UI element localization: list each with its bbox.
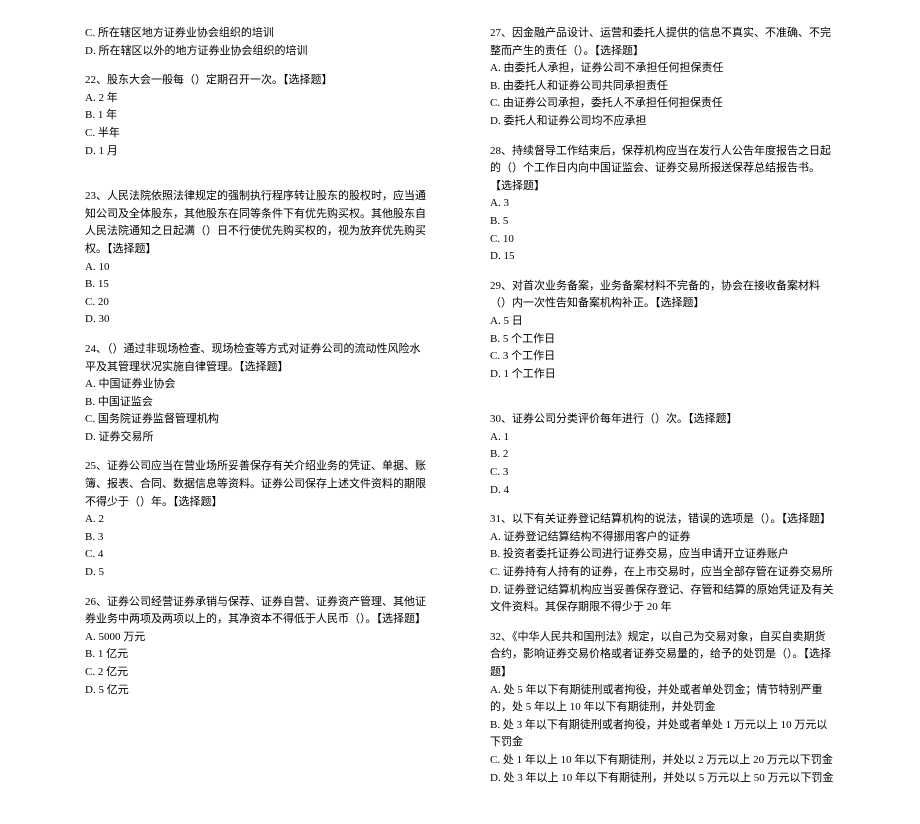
question-stem: 25、证券公司应当在营业场所妥善保存有关介绍业务的凭证、单据、账簿、报表、合同、…	[85, 458, 430, 511]
two-column-layout: C. 所在辖区地方证券业协会组织的培训 D. 所在辖区以外的地方证券业协会组织的…	[85, 25, 835, 799]
option: C. 所在辖区地方证券业协会组织的培训	[85, 25, 430, 43]
q28: 28、持续督导工作结束后，保荐机构应当在发行人公告年度报告之日起的（）个工作日内…	[490, 143, 835, 266]
option: C. 国务院证券监督管理机构	[85, 411, 430, 429]
q22: 22、股东大会一般每（）定期召开一次。【选择题】 A. 2 年 B. 1 年 C…	[85, 72, 430, 160]
option: D. 15	[490, 248, 835, 266]
option: B. 1 亿元	[85, 646, 430, 664]
question-stem: 26、证券公司经营证券承销与保荐、证券自营、证券资产管理、其他证券业务中两项及两…	[85, 594, 430, 629]
option: B. 1 年	[85, 107, 430, 125]
option: B. 5 个工作日	[490, 331, 835, 349]
question-stem: 28、持续督导工作结束后，保荐机构应当在发行人公告年度报告之日起的（）个工作日内…	[490, 143, 835, 196]
option: A. 3	[490, 195, 835, 213]
option: D. 所在辖区以外的地方证券业协会组织的培训	[85, 43, 430, 61]
question-stem: 32、《中华人民共和国刑法》规定，以自己为交易对象，自买自卖期货合约，影响证券交…	[490, 629, 835, 682]
option: D. 1 个工作日	[490, 366, 835, 384]
q32: 32、《中华人民共和国刑法》规定，以自己为交易对象，自买自卖期货合约，影响证券交…	[490, 629, 835, 787]
option: A. 5 日	[490, 313, 835, 331]
option: A. 5000 万元	[85, 629, 430, 647]
option: B. 中国证监会	[85, 394, 430, 412]
option: C. 3 个工作日	[490, 348, 835, 366]
option: B. 2	[490, 446, 835, 464]
option: C. 由证券公司承担，委托人不承担任何担保责任	[490, 95, 835, 113]
option: A. 1	[490, 429, 835, 447]
q31: 31、以下有关证券登记结算机构的说法，错误的选项是（）。【选择题】 A. 证券登…	[490, 511, 835, 617]
q23: 23、人民法院依照法律规定的强制执行程序转让股东的股权时，应当通知公司及全体股东…	[85, 188, 430, 329]
option: A. 10	[85, 259, 430, 277]
question-stem: 24、（）通过非现场检查、现场检查等方式对证券公司的流动性风险水平及其管理状况实…	[85, 341, 430, 376]
option: C. 4	[85, 546, 430, 564]
option: B. 15	[85, 276, 430, 294]
option: B. 由委托人和证券公司共同承担责任	[490, 78, 835, 96]
question-stem: 22、股东大会一般每（）定期召开一次。【选择题】	[85, 72, 430, 90]
option: C. 处 1 年以上 10 年以下有期徒刑，并处以 2 万元以上 20 万元以下…	[490, 752, 835, 770]
q24: 24、（）通过非现场检查、现场检查等方式对证券公司的流动性风险水平及其管理状况实…	[85, 341, 430, 447]
question-stem: 27、因金融产品设计、运营和委托人提供的信息不真实、不准确、不完整而产生的责任（…	[490, 25, 835, 60]
question-stem: 29、对首次业务备案，业务备案材料不完备的，协会在接收备案材料（）内一次性告知备…	[490, 278, 835, 313]
q27: 27、因金融产品设计、运营和委托人提供的信息不真实、不准确、不完整而产生的责任（…	[490, 25, 835, 131]
option: D. 处 3 年以上 10 年以下有期徒刑，并处以 5 万元以上 50 万元以下…	[490, 770, 835, 788]
option: D. 证券登记结算机构应当妥善保存登记、存管和结算的原始凭证及有关文件资料。其保…	[490, 582, 835, 617]
q29: 29、对首次业务备案，业务备案材料不完备的，协会在接收备案材料（）内一次性告知备…	[490, 278, 835, 384]
option: D. 证券交易所	[85, 429, 430, 447]
option: B. 5	[490, 213, 835, 231]
option: B. 处 3 年以下有期徒刑或者拘役，并处或者单处 1 万元以上 10 万元以下…	[490, 717, 835, 752]
option: D. 4	[490, 482, 835, 500]
option: C. 2 亿元	[85, 664, 430, 682]
question-stem: 31、以下有关证券登记结算机构的说法，错误的选项是（）。【选择题】	[490, 511, 835, 529]
q30: 30、证券公司分类评价每年进行（）次。【选择题】 A. 1 B. 2 C. 3 …	[490, 411, 835, 499]
option: A. 证券登记结算结构不得挪用客户的证券	[490, 529, 835, 547]
right-column: 27、因金融产品设计、运营和委托人提供的信息不真实、不准确、不完整而产生的责任（…	[490, 25, 835, 799]
option: B. 投资者委托证券公司进行证券交易，应当申请开立证券账户	[490, 546, 835, 564]
option: D. 5	[85, 564, 430, 582]
option: C. 证券持有人持有的证券，在上市交易时，应当全部存管在证券交易所	[490, 564, 835, 582]
option: A. 2 年	[85, 90, 430, 108]
option: C. 半年	[85, 125, 430, 143]
option: C. 3	[490, 464, 835, 482]
question-stem: 23、人民法院依照法律规定的强制执行程序转让股东的股权时，应当通知公司及全体股东…	[85, 188, 430, 258]
q26: 26、证券公司经营证券承销与保荐、证券自营、证券资产管理、其他证券业务中两项及两…	[85, 594, 430, 700]
question-stem: 30、证券公司分类评价每年进行（）次。【选择题】	[490, 411, 835, 429]
q21-remainder: C. 所在辖区地方证券业协会组织的培训 D. 所在辖区以外的地方证券业协会组织的…	[85, 25, 430, 60]
option: A. 2	[85, 511, 430, 529]
option: B. 3	[85, 529, 430, 547]
option: D. 1 月	[85, 143, 430, 161]
left-column: C. 所在辖区地方证券业协会组织的培训 D. 所在辖区以外的地方证券业协会组织的…	[85, 25, 430, 799]
option: D. 委托人和证券公司均不应承担	[490, 113, 835, 131]
option: A. 处 5 年以下有期徒刑或者拘役，并处或者单处罚金；情节特别严重的，处 5 …	[490, 682, 835, 717]
option: D. 5 亿元	[85, 682, 430, 700]
option: D. 30	[85, 311, 430, 329]
option: A. 中国证券业协会	[85, 376, 430, 394]
q25: 25、证券公司应当在营业场所妥善保存有关介绍业务的凭证、单据、账簿、报表、合同、…	[85, 458, 430, 581]
option: A. 由委托人承担，证券公司不承担任何担保责任	[490, 60, 835, 78]
option: C. 20	[85, 294, 430, 312]
option: C. 10	[490, 231, 835, 249]
